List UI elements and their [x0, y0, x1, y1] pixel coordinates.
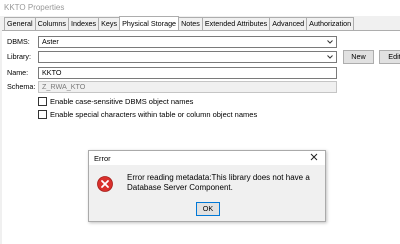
chevron-down-icon [327, 55, 333, 59]
library-select[interactable] [38, 51, 337, 63]
new-button[interactable]: New [343, 50, 374, 64]
dialog-titlebar: Error [89, 151, 325, 165]
close-icon[interactable] [309, 152, 319, 162]
dbms-select[interactable]: Aster [38, 36, 337, 48]
schema-label: Schema: [7, 82, 36, 91]
schema-field: Z_RWA_KTO [38, 81, 337, 93]
dialog-title: Error [94, 154, 111, 163]
name-label: Name: [7, 68, 29, 77]
case-sensitive-label: Enable case-sensitive DBMS object names [50, 97, 194, 106]
dbms-label: DBMS: [7, 37, 30, 46]
window-titlebar: KKTO Properties [0, 0, 400, 16]
special-chars-checkbox[interactable]: Enable special characters within table o… [38, 110, 257, 119]
tab-bar: General Columns Indexes Keys Physical St… [4, 16, 355, 30]
tab-notes[interactable]: Notes [178, 17, 203, 30]
tab-authorization[interactable]: Authorization [306, 17, 355, 30]
name-field[interactable]: KKTO [38, 67, 337, 79]
library-label: Library: [7, 52, 31, 61]
window-title: KKTO Properties [4, 3, 65, 12]
dialog-message: Error reading metadata:This library does… [127, 173, 310, 192]
special-chars-label: Enable special characters within table o… [50, 110, 258, 119]
checkbox-box[interactable] [38, 110, 47, 119]
error-icon [97, 176, 113, 192]
tab-keys[interactable]: Keys [98, 17, 121, 30]
ok-button[interactable]: OK [196, 202, 220, 216]
tab-general[interactable]: General [4, 17, 36, 30]
tab-extended-attributes[interactable]: Extended Attributes [201, 17, 271, 30]
tab-indexes[interactable]: Indexes [67, 17, 100, 30]
tab-columns[interactable]: Columns [34, 17, 69, 30]
case-sensitive-checkbox[interactable]: Enable case-sensitive DBMS object names [38, 97, 193, 106]
schema-value: Z_RWA_KTO [42, 82, 86, 91]
tab-physical-storage[interactable]: Physical Storage [119, 16, 180, 30]
error-dialog: Error Error reading metadata:This librar… [88, 150, 326, 222]
name-value: KKTO [42, 68, 62, 77]
dbms-value: Aster [42, 37, 59, 46]
checkbox-box[interactable] [38, 97, 47, 106]
edit-button[interactable]: Edit [379, 50, 400, 64]
tab-advanced[interactable]: Advanced [269, 17, 308, 30]
chevron-down-icon [327, 40, 333, 44]
